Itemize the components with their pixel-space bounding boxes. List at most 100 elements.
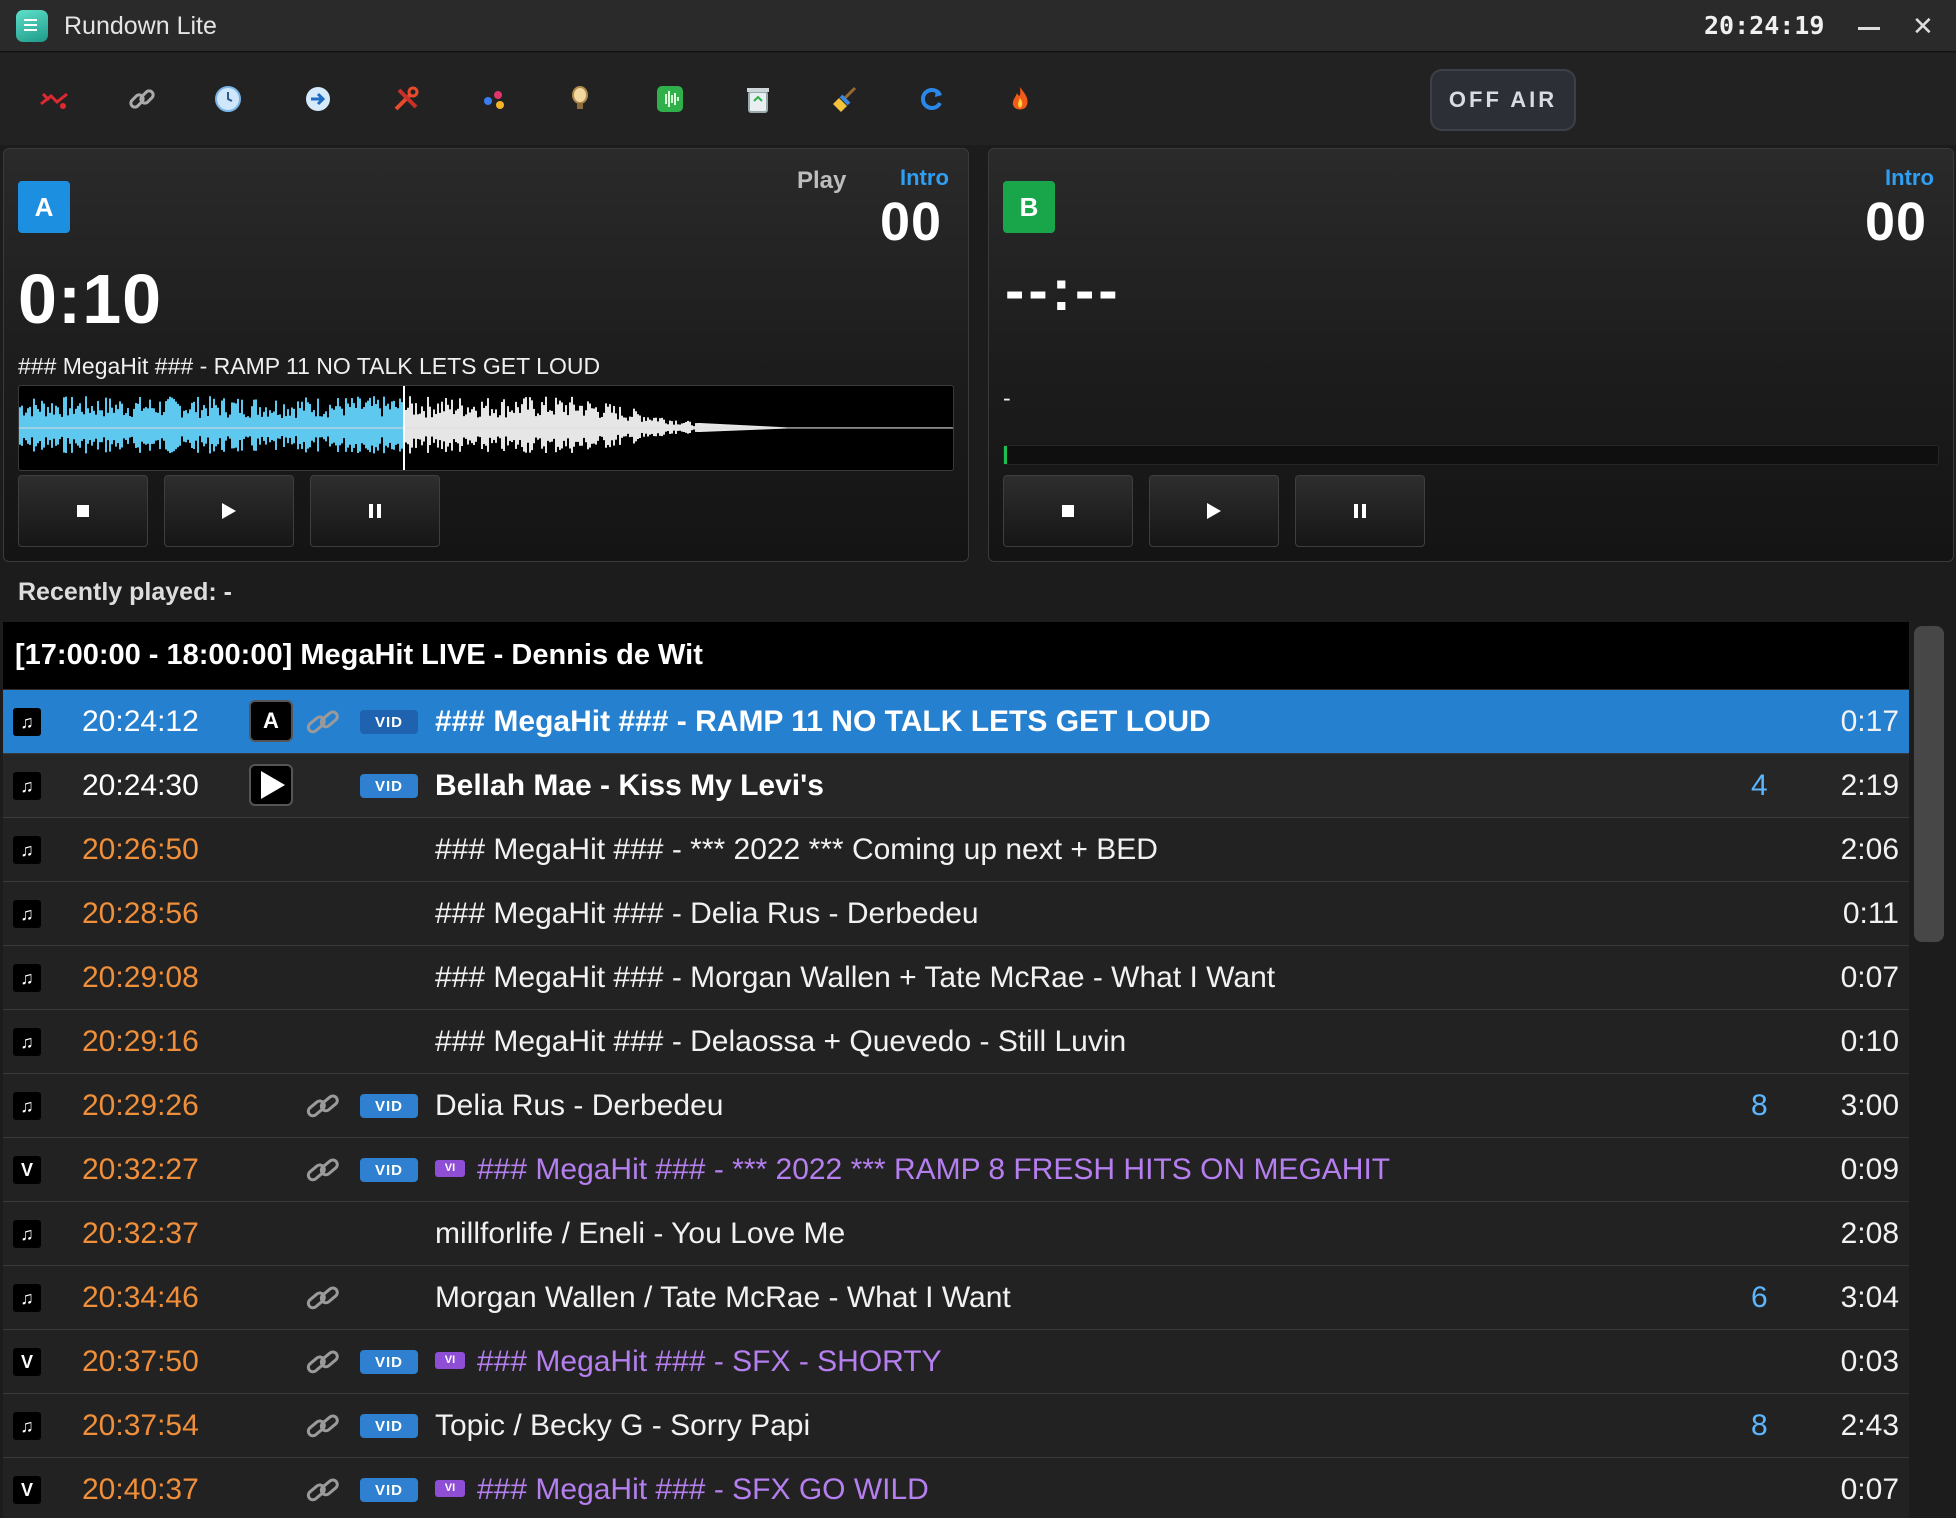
music-note-icon: ♫ — [13, 1412, 41, 1440]
row-title-text: ### MegaHit ### - *** 2022 *** RAMP 8 FR… — [477, 1153, 1391, 1186]
app-title: Rundown Lite — [64, 12, 217, 40]
row-start-time: 20:29:16 — [82, 1025, 199, 1058]
row-title: ### MegaHit ### - Delia Rus - Derbedeu — [435, 897, 979, 931]
video-type-icon: V — [13, 1348, 41, 1376]
rundown-row[interactable]: ♫ 20:32:37 millforlife / Eneli - You Love … — [3, 1202, 1909, 1266]
player-a-track-title: ### MegaHit ### - RAMP 11 NO TALK LETS G… — [18, 353, 601, 379]
player-b-time: --:-- — [1005, 258, 1122, 323]
rundown-row[interactable]: ♫ 20:29:08 ### MegaHit ### - Morgan Wallen… — [3, 946, 1909, 1010]
music-note-icon: ♫ — [13, 1284, 41, 1312]
music-note-icon: ♫ — [13, 708, 41, 736]
flame-icon[interactable] — [1002, 81, 1038, 117]
rundown-row[interactable]: ♫ 20:37:54 VID Topic / Becky G - Sorry Papi… — [3, 1394, 1909, 1458]
player-a-time: 0:10 — [18, 260, 163, 338]
row-title: Bellah Mae - Kiss My Levi's — [435, 769, 824, 803]
row-title: Delia Rus - Derbedeu — [435, 1089, 723, 1123]
row-title-text: ### MegaHit ### - Delia Rus - Derbedeu — [435, 897, 979, 930]
link-icon[interactable] — [124, 81, 160, 117]
clock-icon[interactable] — [210, 81, 246, 117]
off-air-button[interactable]: OFF AIR — [1430, 69, 1576, 131]
rundown-row[interactable]: ♫ 20:29:16 ### MegaHit ### - Delaossa + Qu… — [3, 1010, 1909, 1074]
player-b-panel: B Intro 00 --:-- - — [988, 148, 1954, 562]
row-title-text: Delia Rus - Derbedeu — [435, 1089, 724, 1122]
rundown-row[interactable]: ♫ 20:34:46 Morgan Wallen / Tate McRae - Wh… — [3, 1266, 1909, 1330]
row-count: 6 — [1751, 1281, 1768, 1314]
player-b-progress[interactable] — [1003, 445, 1939, 465]
player-b-stop-button[interactable] — [1003, 475, 1133, 547]
player-marker[interactable]: A — [249, 700, 293, 742]
vid-badge: VID — [360, 1158, 418, 1182]
music-note-icon: ♫ — [13, 836, 41, 864]
rundown-row[interactable]: ♫ 20:29:26 VID Delia Rus - Derbedeu 8 3:00 — [3, 1074, 1909, 1138]
wrench-tools-icon[interactable] — [388, 81, 424, 117]
audio-waveform-icon[interactable] — [652, 81, 688, 117]
lightbulb-icon[interactable] — [562, 81, 598, 117]
row-duration: 0:07 — [1840, 961, 1899, 994]
player-a-stop-button[interactable] — [18, 475, 148, 547]
link-icon — [303, 706, 343, 738]
rundown-row[interactable]: ♫ 20:26:50 ### MegaHit ### - *** 2022 *** … — [3, 818, 1909, 882]
row-title-text: Topic / Becky G - Sorry Papi — [435, 1409, 811, 1442]
row-title: millforlife / Eneli - You Love Me — [435, 1217, 845, 1251]
recycle-bin-icon[interactable] — [740, 81, 776, 117]
row-title-text: ### MegaHit ### - Delaossa + Quevedo - S… — [435, 1025, 1127, 1058]
row-count: 8 — [1751, 1409, 1768, 1442]
link-icon — [303, 1410, 343, 1442]
video-type-icon: V — [13, 1476, 41, 1504]
vi-badge: VI — [435, 1351, 465, 1369]
row-start-time: 20:26:50 — [82, 833, 199, 866]
arrow-right-circle-icon[interactable] — [300, 81, 336, 117]
music-note-icon: ♫ — [13, 1220, 41, 1248]
row-duration: 2:43 — [1840, 1409, 1899, 1442]
vi-badge: VI — [435, 1479, 465, 1497]
title-bar: Rundown Lite 20:24:19 ✕ — [0, 0, 1956, 52]
link-icon — [303, 1346, 343, 1378]
vid-badge: VID — [360, 1350, 418, 1374]
row-title-text: Morgan Wallen / Tate McRae - What I Want — [435, 1281, 1011, 1314]
music-note-icon: ♫ — [13, 900, 41, 928]
row-count: 4 — [1751, 769, 1768, 802]
player-a-panel: A Play Intro 00 0:10 ### MegaHit ### - R… — [3, 148, 969, 562]
link-icon — [303, 1474, 343, 1506]
row-duration: 0:17 — [1840, 705, 1899, 738]
broom-icon[interactable] — [828, 81, 864, 117]
broken-satellite-icon[interactable] — [36, 81, 72, 117]
row-title-text: ### MegaHit ### - SFX GO WILD — [477, 1473, 929, 1506]
rundown-row[interactable]: V 20:40:37 VID VI ### MegaHit ### - SFX GO W… — [3, 1458, 1909, 1518]
vid-badge: VID — [360, 1094, 418, 1118]
rundown-row[interactable]: ♫ 20:24:12 A VID ### MegaHit ### - RAMP 11 N… — [3, 690, 1909, 754]
close-button[interactable]: ✕ — [1912, 12, 1934, 40]
row-title-text: millforlife / Eneli - You Love Me — [435, 1217, 846, 1250]
player-b-pause-button[interactable] — [1295, 475, 1425, 547]
next-play-marker-icon[interactable] — [249, 764, 293, 806]
player-a-pause-button[interactable] — [310, 475, 440, 547]
refresh-icon[interactable] — [914, 81, 950, 117]
music-note-icon: ♫ — [13, 964, 41, 992]
row-start-time: 20:29:08 — [82, 961, 199, 994]
stop-icon — [1062, 505, 1074, 517]
row-start-time: 20:32:27 — [82, 1153, 199, 1186]
player-a-waveform[interactable] — [18, 385, 954, 471]
rundown-row[interactable]: V 20:37:50 VID VI ### MegaHit ### - SFX - SH… — [3, 1330, 1909, 1394]
row-duration: 0:03 — [1840, 1345, 1899, 1378]
player-b-intro-value: 00 — [1865, 192, 1928, 252]
molecule-dots-icon[interactable] — [476, 81, 512, 117]
rundown-row[interactable]: V 20:32:27 VID VI ### MegaHit ### - *** 2022… — [3, 1138, 1909, 1202]
vi-badge: VI — [435, 1159, 465, 1177]
player-a-play-button[interactable] — [164, 475, 294, 547]
row-duration: 2:06 — [1840, 833, 1899, 866]
minimize-button[interactable] — [1858, 27, 1880, 30]
block-header[interactable]: [17:00:00 - 18:00:00] MegaHit LIVE - Den… — [3, 622, 1909, 690]
rundown-row[interactable]: ♫ 20:24:30 VID Bellah Mae - Kiss My Levi's 4… — [3, 754, 1909, 818]
link-icon — [303, 1282, 343, 1314]
row-title: Morgan Wallen / Tate McRae - What I Want — [435, 1281, 1011, 1315]
row-duration: 3:04 — [1840, 1281, 1899, 1314]
rundown-row[interactable]: ♫ 20:28:56 ### MegaHit ### - Delia Rus - D… — [3, 882, 1909, 946]
scrollbar[interactable] — [1914, 626, 1944, 942]
player-b-play-button[interactable] — [1149, 475, 1279, 547]
play-icon — [222, 503, 236, 519]
toolbar: OFF AIR — [0, 53, 1956, 145]
player-b-badge: B — [1003, 181, 1055, 233]
row-start-time: 20:28:56 — [82, 897, 199, 930]
row-duration: 0:09 — [1840, 1153, 1899, 1186]
